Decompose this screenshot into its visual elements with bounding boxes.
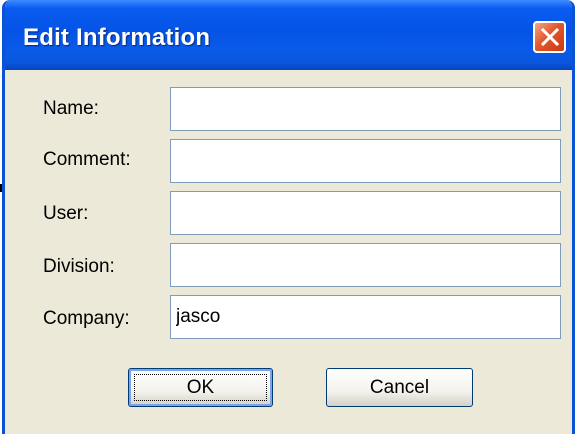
company-label: Company:: [43, 308, 130, 329]
edit-information-dialog: Edit Information Name: Comment: User: Di…: [2, 0, 575, 434]
user-label: User:: [43, 203, 89, 224]
cancel-button-label: Cancel: [369, 376, 430, 398]
name-field[interactable]: [170, 87, 561, 131]
close-button[interactable]: [533, 21, 566, 53]
dialog-title: Edit Information: [23, 24, 211, 51]
cancel-button[interactable]: Cancel: [326, 368, 473, 407]
comment-field[interactable]: [170, 139, 561, 183]
company-field[interactable]: [170, 295, 561, 339]
close-icon: [540, 27, 559, 47]
division-label: Division:: [43, 256, 115, 277]
focus-rectangle: [134, 374, 267, 401]
user-field[interactable]: [170, 191, 561, 235]
name-label: Name:: [43, 98, 99, 119]
comment-label: Comment:: [43, 149, 131, 170]
ok-button[interactable]: OK: [128, 368, 273, 407]
division-field[interactable]: [170, 243, 561, 287]
title-bar[interactable]: Edit Information: [5, 0, 572, 70]
